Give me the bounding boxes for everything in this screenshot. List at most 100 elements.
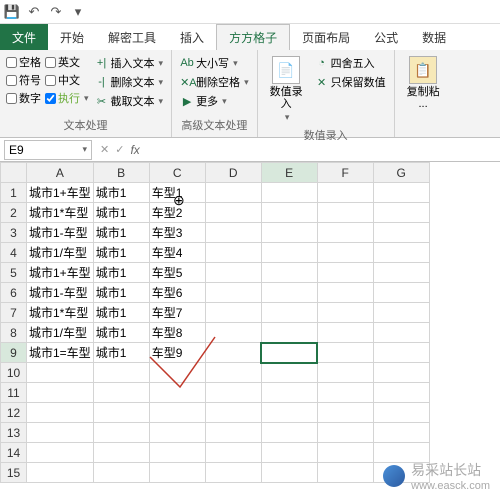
chk-cn[interactable]: 中文 (45, 72, 89, 88)
cell[interactable]: 城市1 (93, 303, 149, 323)
cell[interactable] (205, 403, 261, 423)
cell[interactable] (317, 363, 373, 383)
cell[interactable] (373, 423, 429, 443)
tab-fanggezi[interactable]: 方方格子 (216, 24, 290, 50)
cell[interactable] (317, 383, 373, 403)
cell[interactable] (261, 343, 317, 363)
cell[interactable] (261, 283, 317, 303)
cell[interactable]: 城市1 (93, 283, 149, 303)
cell[interactable] (373, 203, 429, 223)
chk-exec[interactable]: 执行▾ (45, 90, 89, 106)
row-header[interactable]: 11 (1, 383, 27, 403)
cell[interactable] (317, 403, 373, 423)
chk-en[interactable]: 英文 (45, 54, 89, 70)
cell[interactable] (373, 183, 429, 203)
cell[interactable] (205, 303, 261, 323)
tab-data[interactable]: 数据 (410, 24, 458, 50)
cell[interactable] (317, 263, 373, 283)
row-header[interactable]: 2 (1, 203, 27, 223)
tab-file[interactable]: 文件 (0, 24, 48, 50)
cell[interactable] (27, 423, 94, 443)
cell[interactable] (261, 303, 317, 323)
cell[interactable]: 城市1 (93, 183, 149, 203)
cell[interactable] (261, 243, 317, 263)
cell[interactable] (261, 263, 317, 283)
cell[interactable] (373, 223, 429, 243)
row-header[interactable]: 15 (1, 463, 27, 483)
cell[interactable] (205, 223, 261, 243)
cell[interactable] (149, 383, 205, 403)
cell[interactable] (317, 203, 373, 223)
cell[interactable] (373, 363, 429, 383)
cell[interactable]: 城市1-车型 (27, 283, 94, 303)
cell[interactable]: 车型9 (149, 343, 205, 363)
cell[interactable]: 车型2 (149, 203, 205, 223)
btn-insert-text[interactable]: +|插入文本▾ (93, 54, 166, 72)
cell[interactable] (317, 343, 373, 363)
cell[interactable]: 城市1*车型 (27, 303, 94, 323)
cell[interactable] (317, 303, 373, 323)
btn-cut-text[interactable]: ✂截取文本▾ (93, 92, 166, 110)
col-header[interactable]: B (93, 163, 149, 183)
cell[interactable] (205, 283, 261, 303)
cell[interactable] (93, 363, 149, 383)
cell[interactable] (27, 443, 94, 463)
col-header[interactable]: F (317, 163, 373, 183)
tab-tool[interactable]: 解密工具 (96, 24, 168, 50)
cell[interactable] (373, 263, 429, 283)
cell[interactable] (317, 223, 373, 243)
cell[interactable] (317, 323, 373, 343)
row-header[interactable]: 3 (1, 223, 27, 243)
cell[interactable] (149, 403, 205, 423)
row-header[interactable]: 5 (1, 263, 27, 283)
cancel-icon[interactable]: ✕ (100, 143, 109, 156)
cell[interactable] (261, 463, 317, 483)
qat-more-icon[interactable]: ▾ (70, 4, 86, 20)
cell[interactable] (205, 343, 261, 363)
formula-input[interactable] (146, 140, 496, 160)
cell[interactable]: 城市1 (93, 203, 149, 223)
cell[interactable]: 城市1 (93, 223, 149, 243)
cell[interactable] (261, 403, 317, 423)
cell[interactable] (205, 383, 261, 403)
cell[interactable]: 车型4 (149, 243, 205, 263)
cell[interactable] (205, 423, 261, 443)
cell[interactable] (373, 403, 429, 423)
btn-copy-paste[interactable]: 📋 复制粘 ... (401, 54, 446, 112)
cell[interactable] (27, 463, 94, 483)
redo-icon[interactable]: ↷ (48, 4, 64, 20)
cell[interactable]: 城市1 (93, 343, 149, 363)
cell[interactable] (261, 223, 317, 243)
cell[interactable] (261, 423, 317, 443)
cell[interactable] (93, 403, 149, 423)
btn-delsp[interactable]: ✕A删除空格▾ (178, 73, 251, 91)
cell[interactable] (205, 443, 261, 463)
cell[interactable]: 城市1/车型 (27, 243, 94, 263)
btn-num-input[interactable]: 📄 数值录 入▾ (264, 54, 309, 125)
cell[interactable] (149, 463, 205, 483)
cell[interactable]: 城市1-车型 (27, 223, 94, 243)
col-header[interactable]: G (373, 163, 429, 183)
col-header[interactable]: E (261, 163, 317, 183)
row-header[interactable]: 12 (1, 403, 27, 423)
cell[interactable] (261, 323, 317, 343)
btn-keepnum[interactable]: ✕只保留数值 (313, 73, 388, 91)
cell[interactable]: 城市1*车型 (27, 203, 94, 223)
chevron-down-icon[interactable]: ▾ (82, 144, 87, 155)
cell[interactable] (205, 263, 261, 283)
row-header[interactable]: 13 (1, 423, 27, 443)
cell[interactable]: 城市1+车型 (27, 183, 94, 203)
cell[interactable] (261, 363, 317, 383)
cell[interactable] (93, 383, 149, 403)
fx-icon[interactable]: fx (130, 143, 139, 157)
row-header[interactable]: 7 (1, 303, 27, 323)
chk-space[interactable]: 空格 (6, 54, 41, 70)
cell[interactable] (373, 323, 429, 343)
col-header[interactable]: D (205, 163, 261, 183)
cell[interactable] (27, 363, 94, 383)
cell[interactable] (373, 303, 429, 323)
row-header[interactable]: 4 (1, 243, 27, 263)
tab-formula[interactable]: 公式 (362, 24, 410, 50)
cell[interactable] (317, 443, 373, 463)
col-header[interactable]: A (27, 163, 94, 183)
